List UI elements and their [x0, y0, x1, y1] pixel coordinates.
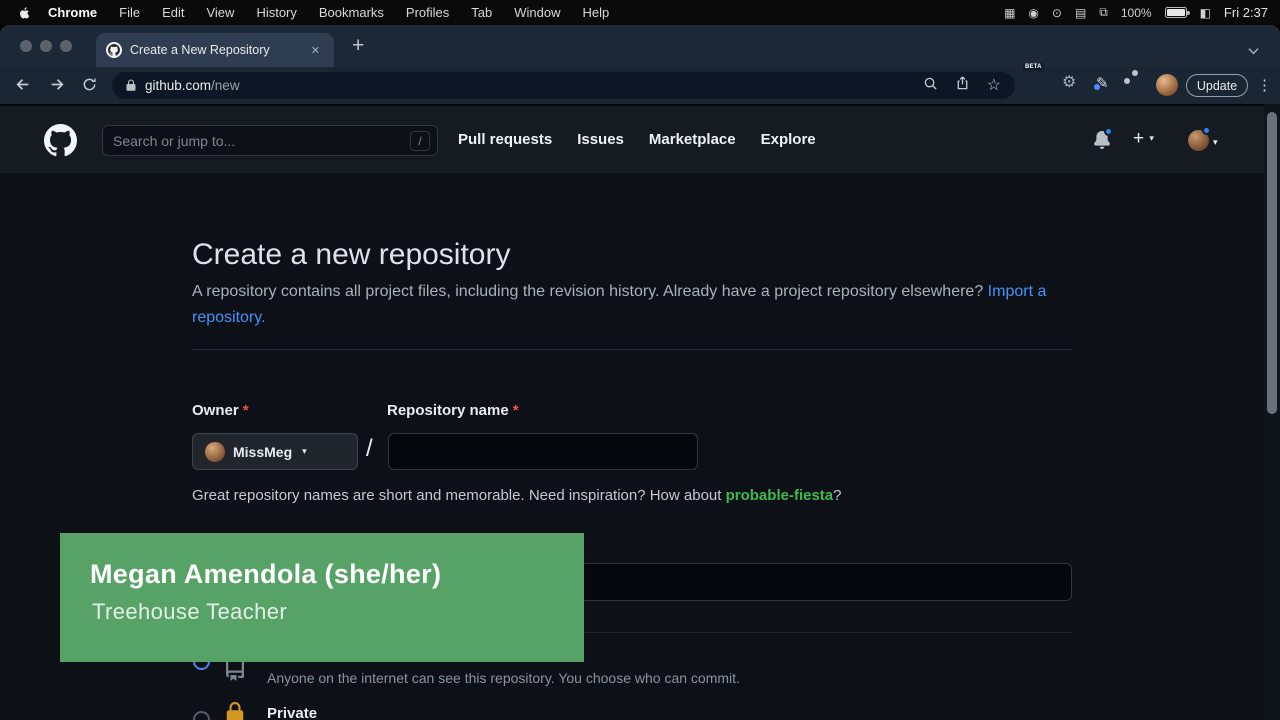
reload-icon[interactable]: [82, 77, 97, 97]
private-label[interactable]: Private: [267, 705, 317, 720]
presenter-name: Megan Amendola (she/her): [90, 559, 441, 590]
lock-icon[interactable]: [125, 79, 137, 92]
owner-select-button[interactable]: MissMeg ▾: [192, 433, 358, 470]
zoom-window-button[interactable]: [60, 40, 72, 52]
menu-bar-clock[interactable]: Fri 2:37: [1224, 5, 1268, 20]
search-shortcut-hint: /: [410, 131, 430, 151]
lock-private-icon: [224, 702, 246, 720]
github-search-input[interactable]: [103, 133, 410, 149]
owner-repo-separator: /: [366, 435, 373, 463]
presenter-overlay: Megan Amendola (she/her) Treehouse Teach…: [60, 533, 584, 662]
repo-name-hint: Great repository names are short and mem…: [192, 487, 841, 504]
url-domain: github.com: [145, 78, 211, 93]
page-scrollbar: [1264, 104, 1280, 720]
browser-profile-avatar[interactable]: [1156, 74, 1178, 96]
macos-menu-bar: Chrome File Edit View History Bookmarks …: [0, 0, 1280, 25]
presenter-role: Treehouse Teacher: [92, 599, 287, 625]
battery-icon[interactable]: [1165, 7, 1187, 18]
menu-item-window[interactable]: Window: [503, 5, 571, 20]
owner-label: Owner*: [192, 402, 249, 419]
browser-tab[interactable]: Create a New Repository ✕: [96, 33, 334, 67]
tab-title: Create a New Repository: [130, 43, 270, 57]
extension-gear-icon[interactable]: ⚙: [1062, 72, 1076, 94]
address-bar[interactable]: github.com/new ☆: [112, 72, 1015, 99]
zoom-icon[interactable]: [923, 76, 938, 96]
forward-icon[interactable]: [48, 76, 66, 98]
control-center-icon[interactable]: ◧: [1200, 6, 1211, 20]
menu-item-chrome[interactable]: Chrome: [37, 5, 108, 20]
nav-marketplace[interactable]: Marketplace: [649, 131, 736, 148]
screen: Chrome File Edit View History Bookmarks …: [0, 0, 1280, 720]
github-logo[interactable]: [44, 124, 77, 162]
menu-item-help[interactable]: Help: [572, 5, 621, 20]
owner-caret-icon: ▾: [302, 446, 307, 457]
create-new-plus-icon[interactable]: + ▾: [1133, 128, 1154, 150]
browser-toolbar: github.com/new ☆ BETA ⚙ ✎ Update ⋮: [0, 67, 1280, 104]
menu-item-view[interactable]: View: [195, 5, 245, 20]
scrollbar-thumb[interactable]: [1267, 112, 1277, 414]
minimize-window-button[interactable]: [40, 40, 52, 52]
nav-issues[interactable]: Issues: [577, 131, 624, 148]
browser-tab-strip: Create a New Repository ✕ +: [0, 25, 1280, 67]
apple-menu-icon[interactable]: [14, 6, 37, 20]
window-controls: [20, 40, 72, 52]
intro-text: A repository contains all project files,…: [192, 279, 1072, 331]
menu-item-bookmarks[interactable]: Bookmarks: [308, 5, 395, 20]
nav-explore[interactable]: Explore: [761, 131, 816, 148]
tab-search-chevron-icon[interactable]: [1248, 42, 1259, 60]
url-path: /new: [211, 78, 240, 93]
menu-item-history[interactable]: History: [245, 5, 307, 20]
public-description: Anyone on the internet can see this repo…: [267, 670, 740, 686]
menu-item-file[interactable]: File: [108, 5, 151, 20]
github-nav: Pull requests Issues Marketplace Explore: [458, 106, 816, 173]
close-window-button[interactable]: [20, 40, 32, 52]
audio-icon[interactable]: ◉: [1028, 6, 1038, 20]
new-tab-button[interactable]: +: [346, 32, 370, 60]
bookmark-star-icon[interactable]: ☆: [987, 78, 1001, 94]
back-icon[interactable]: [14, 76, 32, 98]
notification-dot: [1104, 127, 1113, 136]
repository-name-input[interactable]: [388, 433, 698, 470]
avatar-caret-icon[interactable]: ▾: [1213, 137, 1218, 148]
menu-item-tab[interactable]: Tab: [460, 5, 503, 20]
avatar-notification-dot: [1202, 126, 1211, 135]
menu-item-profiles[interactable]: Profiles: [395, 5, 460, 20]
nav-pull-requests[interactable]: Pull requests: [458, 131, 552, 148]
repository-name-label: Repository name*: [387, 402, 519, 419]
browser-menu-icon[interactable]: ⋮: [1257, 76, 1272, 94]
github-favicon: [106, 42, 122, 58]
required-asterisk: *: [513, 402, 519, 419]
github-header: / Pull requests Issues Marketplace Explo…: [0, 104, 1280, 173]
url-text[interactable]: github.com/new: [145, 78, 240, 93]
required-asterisk: *: [243, 402, 249, 419]
menu-item-edit[interactable]: Edit: [151, 5, 195, 20]
divider: [192, 349, 1072, 350]
display-icon[interactable]: ▤: [1075, 6, 1086, 20]
extension-pen-icon[interactable]: ✎: [1096, 75, 1109, 92]
page-title: Create a new repository: [192, 238, 511, 272]
window-manager-icon[interactable]: ▦: [1004, 6, 1015, 20]
owner-avatar: [205, 442, 225, 462]
owner-name: MissMeg: [233, 444, 292, 460]
private-radio[interactable]: [193, 711, 210, 720]
screen-mirroring-icon[interactable]: ⧉: [1099, 5, 1108, 20]
battery-percent-label: 100%: [1121, 6, 1152, 20]
suggested-repo-name: probable-fiesta: [726, 487, 834, 504]
tab-close-icon[interactable]: ✕: [307, 42, 324, 59]
github-search-box: /: [102, 125, 438, 156]
update-button[interactable]: Update: [1186, 74, 1248, 97]
record-icon[interactable]: ⊙: [1052, 6, 1062, 20]
share-icon[interactable]: [955, 75, 970, 96]
